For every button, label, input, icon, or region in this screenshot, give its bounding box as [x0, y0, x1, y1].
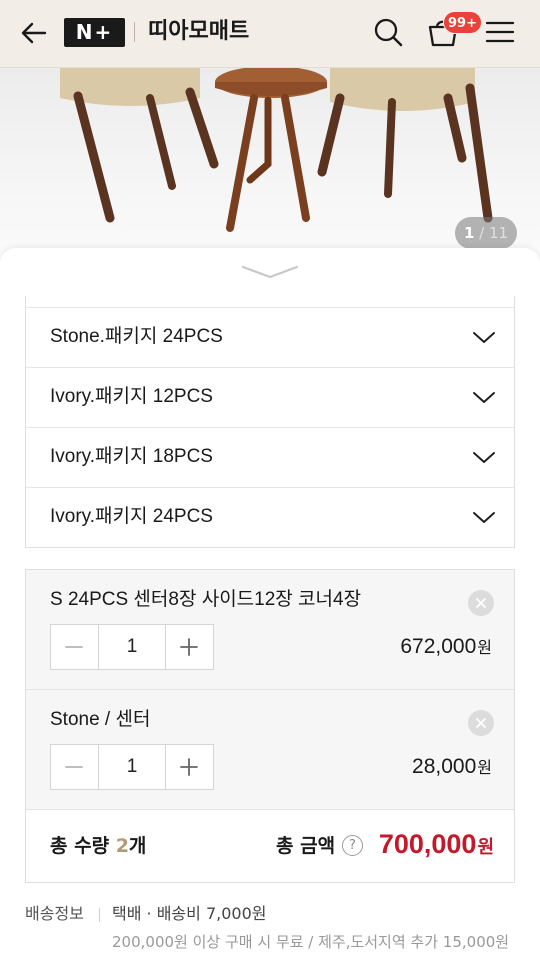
minus-icon[interactable]: [51, 625, 98, 669]
logo-divider: [134, 22, 135, 42]
option-dropdown-list: Stone.패키지 24PCS Ivory.패키지 12PCS Ivory.패키…: [25, 296, 515, 548]
shipping-note: 200,000원 이상 구매 시 무료 / 제주,도서지역 추가 15,000원: [112, 933, 510, 951]
back-arrow-icon[interactable]: [18, 16, 52, 50]
selected-item: S 24PCS 센터8장 사이드12장 코너4장 1 672,000원: [26, 570, 514, 690]
quantity-value[interactable]: 1: [98, 625, 166, 669]
total-quantity: 총 수량 2개: [50, 833, 146, 859]
selected-item-price: 28,000원: [412, 753, 492, 783]
option-item[interactable]: Ivory.패키지 12PCS: [26, 368, 514, 428]
total-quantity-label: 총 수량: [50, 835, 110, 857]
option-item[interactable]: Stone.패키지 24PCS: [26, 308, 514, 368]
selected-item-name: S 24PCS 센터8장 사이드12장 코너4장: [50, 589, 362, 610]
cart-count-badge: 99+: [443, 11, 482, 34]
price-value: 672,000: [400, 635, 477, 658]
selected-item-name: Stone / 센터: [50, 709, 151, 730]
selected-item-price: 672,000원: [400, 633, 492, 663]
option-item[interactable]: Ivory.패키지 24PCS: [26, 488, 514, 548]
app-header: N+ 띠아모매트 99+: [0, 0, 540, 68]
option-label: Ivory.패키지 24PCS: [50, 506, 213, 527]
total-quantity-unit: 개: [128, 835, 147, 857]
total-amount-value: 700,000: [378, 829, 477, 859]
currency-unit: 원: [477, 837, 494, 857]
option-label: Ivory.패키지 12PCS: [50, 386, 213, 407]
order-total-row: 총 수량 2개 총 금액 ? 700,000원: [26, 810, 514, 882]
total-amount: 700,000원: [379, 827, 494, 864]
chevron-down-icon: [472, 506, 496, 530]
image-page-counter: 1 / 11: [455, 217, 517, 249]
price-value: 28,000: [412, 755, 477, 778]
plus-icon[interactable]: [166, 745, 213, 789]
total-amount-label: 총 금액: [276, 835, 336, 857]
menu-icon[interactable]: [482, 14, 518, 50]
remove-item-close-icon[interactable]: [468, 590, 494, 616]
currency-unit: 원: [477, 640, 492, 657]
currency-unit: 원: [477, 760, 492, 777]
store-name[interactable]: 띠아모매트: [148, 17, 249, 47]
minus-icon[interactable]: [51, 745, 98, 789]
quantity-stepper: 1: [50, 744, 214, 790]
quantity-value[interactable]: 1: [98, 745, 166, 789]
total-quantity-value: 2: [115, 835, 129, 857]
option-row-partial: [26, 296, 514, 308]
shipping-type: 택배 · 배송비 7,000원: [112, 904, 267, 923]
search-icon[interactable]: [370, 14, 406, 50]
image-current-index: 1: [463, 224, 475, 242]
sheet-collapse-chevron-icon[interactable]: [241, 264, 299, 280]
selected-options-box: S 24PCS 센터8장 사이드12장 코너4장 1 672,000원 Ston…: [25, 569, 515, 883]
shipping-label: 배송정보: [25, 904, 84, 923]
option-label: Stone.패키지 24PCS: [50, 326, 223, 347]
remove-item-close-icon[interactable]: [468, 710, 494, 736]
option-item[interactable]: Ivory.패키지 18PCS: [26, 428, 514, 488]
image-separator: /: [474, 224, 489, 242]
shipping-divider: [99, 908, 100, 922]
option-label: Ivory.패키지 18PCS: [50, 446, 213, 467]
help-question-icon[interactable]: ?: [342, 835, 363, 856]
chevron-down-icon: [472, 386, 496, 410]
plus-icon[interactable]: [166, 625, 213, 669]
quantity-stepper: 1: [50, 624, 214, 670]
selected-item: Stone / 센터 1 28,000원: [26, 690, 514, 810]
chevron-down-icon: [472, 446, 496, 470]
brand-logo[interactable]: N+: [64, 18, 125, 47]
chevron-down-icon: [472, 326, 496, 350]
image-total-count: 11: [488, 224, 509, 242]
